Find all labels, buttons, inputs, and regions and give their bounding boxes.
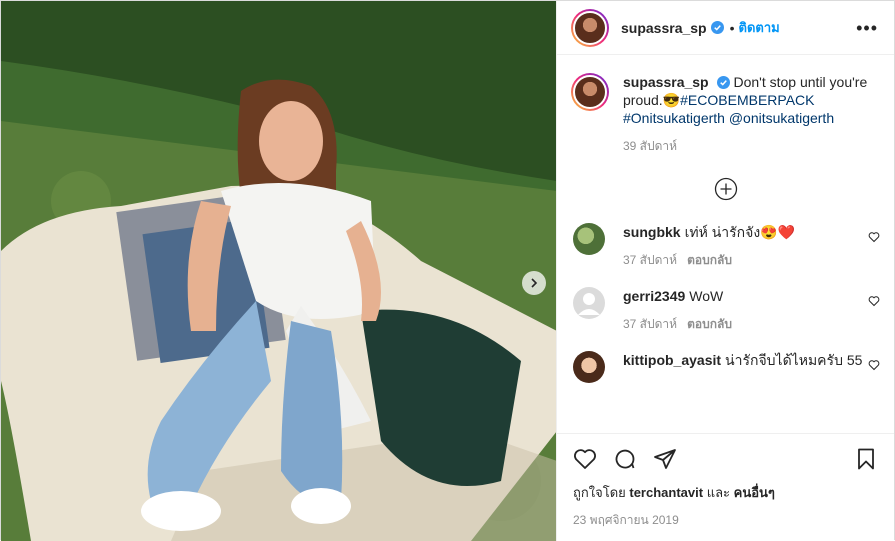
default-avatar-icon (578, 293, 600, 315)
plus-circle-icon (714, 177, 737, 201)
heart-icon[interactable] (868, 231, 880, 243)
photo-illustration (1, 1, 556, 541)
author-avatar[interactable] (571, 8, 609, 47)
instagram-post: supassra_sp • ติดตาม ••• supassra_sp Don… (0, 0, 895, 541)
mention-link[interactable]: @onitsukatigerth (729, 110, 834, 126)
likes-conjunction: และ (706, 485, 731, 500)
post-sidebar: supassra_sp • ติดตาม ••• supassra_sp Don… (556, 1, 894, 541)
comment-bubble-icon[interactable] (613, 447, 637, 471)
comment-text: น่ารักจีบได้ไหมครับ 55 (725, 352, 863, 368)
commenter-avatar[interactable] (573, 223, 605, 255)
comment-username[interactable]: sungbkk (623, 224, 681, 240)
chevron-right-icon (531, 278, 538, 288)
commenter-avatar[interactable] (573, 351, 605, 383)
hashtag-link[interactable]: #ECOBEMBERPACK (680, 92, 814, 108)
caption-emoji: 😎 (662, 92, 681, 108)
comment-time[interactable]: 37 สัปดาห์ (623, 317, 677, 331)
hashtag-link[interactable]: #Onitsukatigerth (623, 110, 725, 126)
comment-text: เท่ห์ น่ารักจัง😍❤️ (684, 224, 796, 240)
commenter-avatar[interactable] (573, 287, 605, 319)
post-actions: ถูกใจโดย terchantavit และ คนอื่นๆ 23 พฤศ… (557, 433, 894, 530)
likes-prefix: ถูกใจโดย (573, 485, 626, 500)
post-caption: supassra_sp Don't stop until you're prou… (557, 55, 894, 155)
author-username[interactable]: supassra_sp (621, 20, 707, 36)
comment-text: WoW (689, 288, 724, 304)
comment-item: sungbkk เท่ห์ น่ารักจัง😍❤️ 37 สัปดาห์ ตอบก… (557, 223, 894, 269)
verified-badge-icon (716, 76, 730, 89)
comment-username[interactable]: kittipob_ayasit (623, 352, 721, 368)
post-header: supassra_sp • ติดตาม ••• (557, 1, 894, 55)
caption-time[interactable]: 39 สัปดาห์ (623, 137, 878, 155)
share-paper-plane-icon[interactable] (653, 447, 677, 471)
next-photo-button[interactable] (522, 271, 546, 295)
caption-avatar[interactable] (571, 73, 609, 111)
caption-username[interactable]: supassra_sp (623, 74, 709, 90)
verified-badge-icon (710, 21, 724, 34)
save-bookmark-icon[interactable] (854, 447, 878, 471)
reply-button[interactable]: ตอบกลับ (687, 253, 732, 267)
like-heart-icon[interactable] (573, 447, 597, 471)
comment-item: kittipob_ayasit น่ารักจีบได้ไหมครับ 55 (557, 351, 894, 383)
more-options-button[interactable]: ••• (856, 19, 878, 37)
separator-dot: • (729, 19, 735, 36)
likes-summary: ถูกใจโดย terchantavit และ คนอื่นๆ (573, 482, 878, 503)
comment-time[interactable]: 37 สัปดาห์ (623, 253, 677, 267)
post-photo[interactable] (1, 1, 556, 541)
comment-item: gerri2349 WoW 37 สัปดาห์ ตอบกลับ (557, 287, 894, 333)
comment-username[interactable]: gerri2349 (623, 288, 685, 304)
liker-username[interactable]: terchantavit (629, 485, 703, 500)
heart-icon[interactable] (868, 295, 880, 307)
reply-button[interactable]: ตอบกลับ (687, 317, 732, 331)
comments-list: sungbkk เท่ห์ น่ารักจัง😍❤️ 37 สัปดาห์ตอบก… (557, 223, 894, 383)
post-date[interactable]: 23 พฤศจิกายน 2019 (573, 511, 878, 530)
likes-others-link[interactable]: คนอื่นๆ (734, 485, 775, 500)
follow-button[interactable]: ติดตาม (739, 17, 780, 38)
heart-icon[interactable] (868, 359, 880, 371)
load-more-comments-button[interactable] (557, 177, 894, 201)
